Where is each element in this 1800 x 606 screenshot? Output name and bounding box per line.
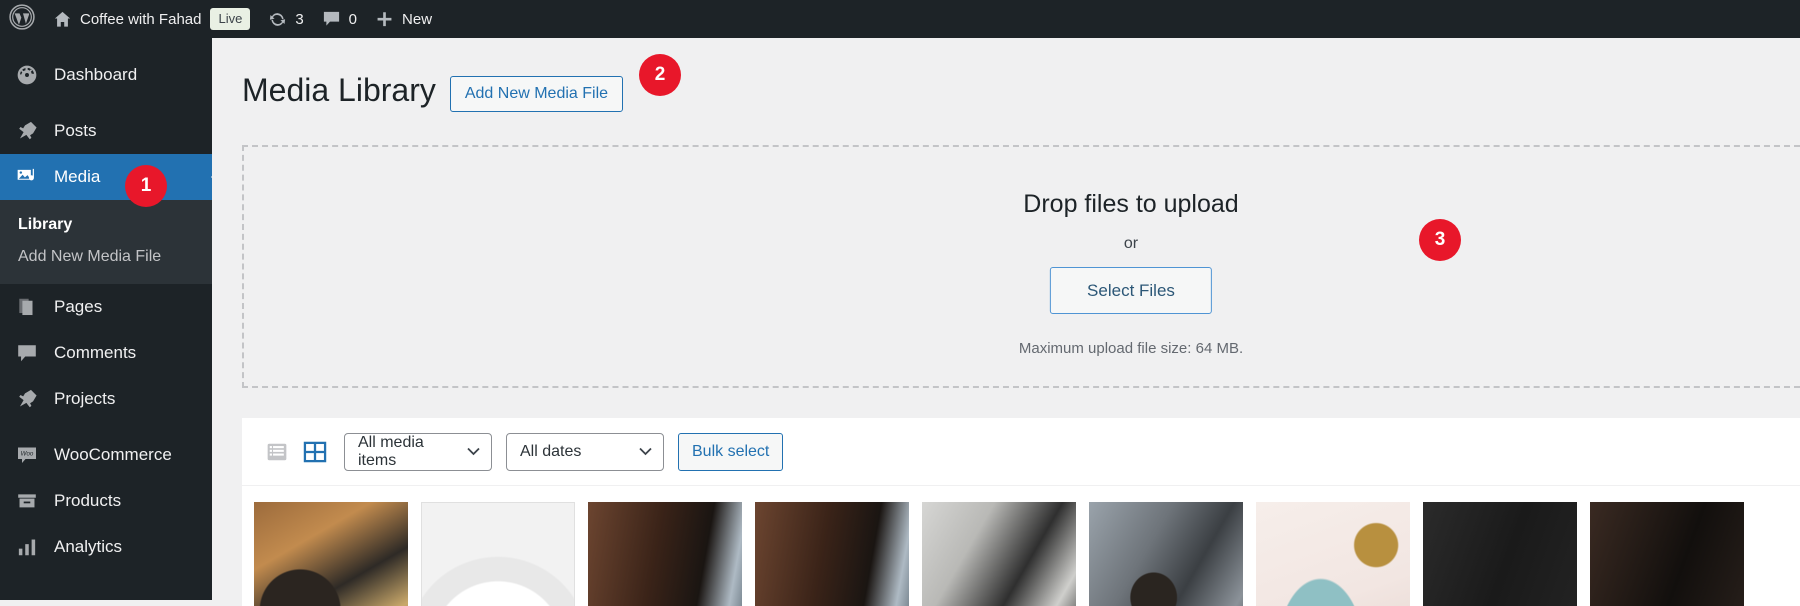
products-icon (14, 488, 40, 514)
plus-icon (375, 10, 394, 29)
bulk-select-button[interactable]: Bulk select (678, 432, 784, 471)
woo-icon: Woo (14, 442, 40, 468)
step-badge-1: 1 (125, 165, 167, 207)
date-filter[interactable]: All dates (506, 432, 664, 471)
media-type-filter[interactable]: All media items (344, 432, 492, 471)
add-new-media-file-button[interactable]: Add New Media File (449, 76, 624, 112)
sidebar-item-label: Dashboard (54, 65, 138, 84)
list-view-icon[interactable] (262, 437, 292, 467)
sidebar-item-woocommerce[interactable]: Woo WooCommerce (0, 432, 212, 478)
sidebar-item-posts[interactable]: Posts (0, 108, 212, 154)
media-submenu: Library Add New Media File (0, 200, 212, 284)
page-title: Media Library (242, 72, 436, 109)
main-content: Media Library Add New Media File Drop fi… (212, 38, 1800, 606)
updates-button[interactable]: 3 (259, 0, 312, 38)
comment-bubble-icon (322, 10, 341, 28)
media-thumbnail-3[interactable] (588, 502, 742, 606)
media-grid (242, 486, 1800, 606)
step-badge-3: 3 (1419, 219, 1461, 261)
chevron-down-icon (467, 443, 480, 461)
media-thumbnail-4[interactable] (755, 502, 909, 606)
pages-icon (14, 294, 40, 320)
media-thumbnail-1[interactable] (254, 502, 408, 606)
new-content-label: New (402, 10, 433, 28)
page-header: Media Library Add New Media File (212, 38, 1800, 112)
sidebar-item-dashboard[interactable]: Dashboard (0, 52, 212, 98)
sidebar-item-media[interactable]: Media (0, 154, 221, 200)
media-type-filter-value: All media items (358, 433, 424, 469)
sidebar-item-pages[interactable]: Pages (0, 284, 212, 330)
sidebar-item-label: Posts (54, 121, 97, 140)
site-name-button[interactable]: Coffee with Fahad (44, 0, 210, 38)
svg-text:Woo: Woo (21, 451, 34, 458)
admin-bar: Coffee with Fahad Live 3 0 New (0, 0, 1800, 38)
media-thumbnail-6[interactable] (1089, 502, 1243, 606)
sidebar-item-label: Media (54, 167, 101, 186)
analytics-icon (14, 534, 40, 560)
step-badge-2: 2 (639, 54, 681, 96)
comments-count: 0 (348, 10, 358, 28)
media-thumbnail-8[interactable] (1423, 502, 1577, 606)
media-thumbnail-7[interactable] (1256, 502, 1410, 606)
wordpress-logo-button[interactable] (0, 0, 44, 38)
media-thumbnail-2[interactable] (421, 502, 575, 606)
pin-icon (14, 118, 40, 144)
or-separator-label: or (1123, 235, 1139, 252)
new-content-button[interactable]: New (366, 0, 441, 38)
sidebar-item-label: Analytics (54, 537, 123, 556)
admin-sidebar: Dashboard Posts Media Library Add New Me… (0, 38, 221, 600)
chevron-down-icon (639, 443, 652, 461)
sidebar-item-analytics[interactable]: Analytics (0, 524, 212, 570)
sidebar-item-products[interactable]: Products (0, 478, 212, 524)
wordpress-logo-icon (9, 4, 35, 34)
live-badge-label: Live (210, 8, 251, 30)
updates-icon (268, 10, 287, 29)
sidebar-item-comments[interactable]: Comments (0, 330, 212, 376)
updates-count: 3 (295, 10, 304, 28)
grid-view-icon[interactable] (300, 437, 330, 467)
media-thumbnail-9[interactable] (1590, 502, 1744, 606)
dashboard-icon (14, 62, 40, 88)
sidebar-item-label: WooCommerce (54, 445, 172, 464)
sidebar-item-projects[interactable]: Projects (0, 376, 212, 422)
max-upload-size-note: Maximum upload file size: 64 MB. (1018, 340, 1244, 357)
sidebar-item-label: Projects (54, 389, 116, 408)
view-mode-switch (262, 437, 330, 467)
submenu-item-library[interactable]: Library (0, 209, 212, 241)
media-upload-dropzone[interactable]: Drop files to upload or Select Files Max… (242, 145, 1800, 388)
live-status-pill[interactable]: Live (210, 0, 259, 38)
sidebar-item-label: Pages (54, 297, 103, 316)
submenu-item-add-new-media-file[interactable]: Add New Media File (0, 241, 212, 273)
comment-bubble-icon (14, 340, 40, 366)
home-icon (53, 10, 72, 29)
sidebar-item-label: Products (54, 491, 122, 510)
comments-button[interactable]: 0 (313, 0, 366, 38)
upload-prompt: Drop files to upload or Select Files Max… (1019, 147, 1243, 357)
pin-icon (14, 386, 40, 412)
drop-files-title: Drop files to upload (1023, 190, 1239, 218)
media-thumbnail-5[interactable] (922, 502, 1076, 606)
date-filter-value: All dates (520, 442, 582, 460)
current-menu-pointer (211, 167, 221, 187)
select-files-button[interactable]: Select Files (1049, 267, 1212, 314)
media-toolbar: All media items All dates Bulk select (242, 418, 1800, 486)
site-name-label: Coffee with Fahad (80, 10, 202, 28)
sidebar-item-label: Comments (54, 343, 137, 362)
media-icon (14, 164, 40, 190)
